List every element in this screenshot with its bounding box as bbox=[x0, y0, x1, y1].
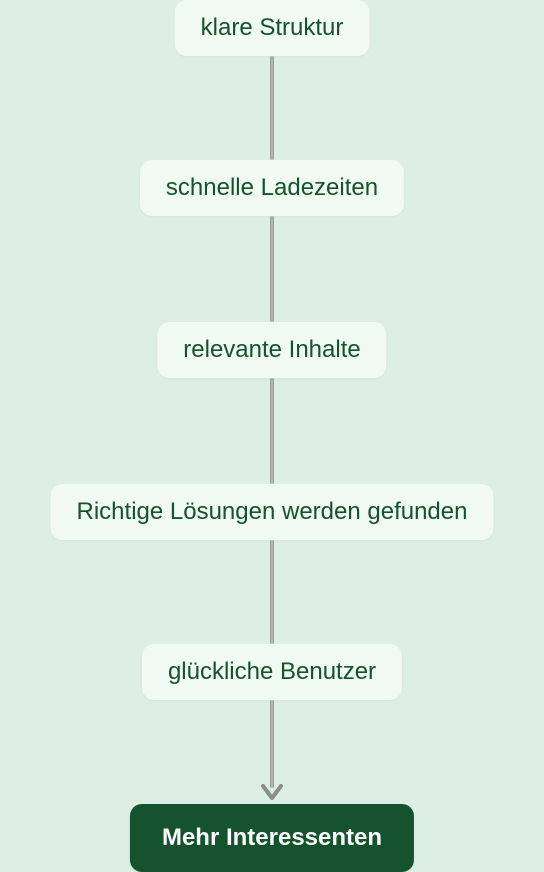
flow-diagram: klare Struktur schnelle Ladezeiten relev… bbox=[0, 0, 544, 870]
connector-2 bbox=[270, 216, 274, 322]
node-mehr-interessenten: Mehr Interessenten bbox=[130, 804, 414, 872]
node-richtige-loesungen: Richtige Lösungen werden gefunden bbox=[51, 484, 494, 540]
node-label: Richtige Lösungen werden gefunden bbox=[77, 498, 468, 525]
node-label: relevante Inhalte bbox=[183, 336, 360, 363]
node-klare-struktur: klare Struktur bbox=[175, 0, 370, 56]
connector-3 bbox=[270, 378, 274, 484]
connector-4 bbox=[270, 540, 274, 644]
node-label: klare Struktur bbox=[201, 14, 344, 41]
node-label: glückliche Benutzer bbox=[168, 658, 376, 685]
node-schnelle-ladezeiten: schnelle Ladezeiten bbox=[140, 160, 404, 216]
connector-5 bbox=[270, 700, 274, 788]
connector-1 bbox=[270, 56, 274, 160]
node-label: schnelle Ladezeiten bbox=[166, 174, 378, 201]
node-label: Mehr Interessenten bbox=[162, 824, 382, 851]
node-glueckliche-benutzer: glückliche Benutzer bbox=[142, 644, 402, 700]
node-relevante-inhalte: relevante Inhalte bbox=[157, 322, 386, 378]
